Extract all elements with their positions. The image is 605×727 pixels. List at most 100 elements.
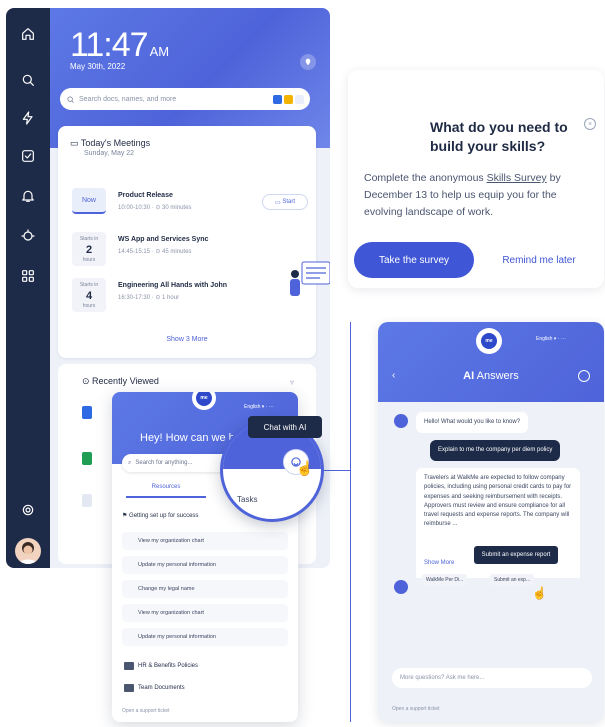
- search-icon[interactable]: [6, 68, 50, 92]
- brand-logo-text: me: [196, 392, 212, 406]
- meeting-time: 10:00-10:30 · ⊙ 30 minutes: [118, 205, 192, 211]
- source-chip[interactable]: Submit an exp...: [490, 574, 535, 586]
- gear-icon[interactable]: [6, 498, 50, 522]
- outlook-icon: [273, 94, 282, 104]
- close-icon[interactable]: ×: [584, 118, 596, 130]
- bot-avatar-icon: [394, 580, 408, 594]
- remind-later-button[interactable]: Remind me later: [484, 242, 594, 278]
- skills-survey-link[interactable]: Skills Survey: [487, 172, 547, 184]
- avatar[interactable]: [15, 538, 41, 564]
- clock: 11:47 AM: [70, 26, 169, 65]
- meeting-row[interactable]: Now Product Release 10:00-10:30 · ⊙ 30 m…: [70, 188, 308, 224]
- brand-logo: me: [476, 328, 502, 354]
- support-ticket-link[interactable]: Open a support ticket: [392, 706, 440, 712]
- more-apps-icon: [295, 94, 304, 104]
- take-survey-button[interactable]: Take the survey: [354, 242, 474, 278]
- starts-in-label: Starts in: [79, 282, 99, 288]
- chat-search-placeholder: Search for anything...: [135, 460, 193, 466]
- section-heading: ⚑ Getting set up for success: [122, 513, 199, 519]
- sheet-file-icon[interactable]: [82, 452, 92, 465]
- source-tooltip: Submit an expense report: [474, 546, 558, 564]
- starts-in-badge: Starts in 4 hours: [72, 278, 106, 312]
- meeting-time: 16:30-17:30 · ⊙ 1 hour: [118, 295, 180, 301]
- connector-line: [350, 322, 351, 722]
- folder-item[interactable]: HR & Benefits Policies: [122, 658, 288, 674]
- cursor-hand-icon: ☝: [532, 586, 547, 600]
- clock-time: 11:47: [70, 26, 149, 64]
- location-pin-icon[interactable]: [300, 54, 316, 70]
- current-date: May 30th, 2022: [70, 62, 126, 71]
- meeting-name: WS App and Services Sync: [118, 236, 209, 243]
- list-item[interactable]: View my organization chart: [122, 532, 288, 550]
- new-chat-icon[interactable]: [578, 370, 590, 382]
- starts-in-label: Starts in: [79, 236, 99, 242]
- left-nav-sidebar: [6, 8, 50, 568]
- lightning-icon[interactable]: [6, 106, 50, 130]
- bot-message: Hello! What would you like to know?: [416, 412, 529, 433]
- ai-answers-panel: English ▾ · ··· ‹ AI Answers me Hello! W…: [378, 322, 604, 722]
- list-item[interactable]: Change my legal name: [122, 580, 288, 598]
- apps-icon[interactable]: [6, 264, 50, 288]
- language-label: English: [536, 336, 553, 342]
- folder-icon: [124, 662, 134, 670]
- ai-question-input[interactable]: More questions? Ask me here...: [392, 668, 592, 688]
- meetings-card: ▭ Today's Meetings Sunday, May 22 Now Pr…: [58, 126, 330, 358]
- survey-question: What do you need to build your skills?: [430, 119, 568, 154]
- meeting-time: 14:45-15:15 · ⊙ 45 minutes: [118, 249, 192, 255]
- starts-in-unit: hours: [82, 256, 96, 263]
- starts-in-number: 2: [85, 243, 93, 256]
- folder-item[interactable]: Team Documents: [122, 680, 288, 696]
- start-label: Start: [282, 199, 295, 205]
- folder-label: HR & Benefits Policies: [138, 663, 199, 669]
- list-item[interactable]: View my organization chart: [122, 604, 288, 622]
- ai-title: AI Answers: [378, 370, 604, 382]
- meetings-title-text: Today's Meetings: [80, 138, 151, 148]
- search-placeholder: Search docs, names, and more: [79, 95, 177, 103]
- starts-in-unit: hours: [82, 302, 96, 309]
- now-badge: Now: [72, 188, 106, 214]
- skills-survey-card: What do you need to build your skills? ×…: [348, 70, 604, 288]
- starts-in-number: 4: [85, 289, 93, 302]
- show-more-link[interactable]: Show More: [424, 560, 454, 566]
- source-chip[interactable]: WalkMe Per Di...: [422, 574, 468, 586]
- search-icon: [67, 96, 74, 103]
- starts-in-badge: Starts in 2 hours: [72, 232, 106, 266]
- file-icon[interactable]: [82, 494, 92, 507]
- survey-description: Complete the anonymous Skills Survey by …: [364, 170, 596, 220]
- meeting-row[interactable]: Starts in 4 hours Engineering All Hands wi…: [70, 278, 306, 314]
- meetings-title: ▭ Today's Meetings: [70, 138, 151, 148]
- meeting-name: Product Release: [118, 192, 173, 199]
- clock-ampm: AM: [149, 44, 170, 59]
- checkbox-icon[interactable]: [6, 144, 50, 168]
- meeting-name: Engineering All Hands with John: [118, 282, 228, 289]
- folder-icon: [124, 684, 134, 692]
- language-select[interactable]: English ▾ · ···: [536, 336, 566, 342]
- user-message: Explain to me the company per diem polic…: [430, 440, 561, 461]
- bot-icon[interactable]: [6, 224, 50, 248]
- support-ticket-link[interactable]: Open a support ticket: [122, 708, 170, 714]
- search-icon: ⌕: [128, 459, 132, 466]
- language-select[interactable]: English ▾ · ···: [244, 404, 274, 410]
- start-meeting-button[interactable]: ▭ Start: [262, 194, 308, 210]
- list-item[interactable]: Update my personal information: [122, 556, 288, 574]
- brand-logo-text: me: [481, 333, 497, 349]
- ai-title-suffix: Answers: [474, 370, 519, 382]
- doc-file-icon[interactable]: [82, 406, 92, 419]
- survey-text: Complete the anonymous: [364, 172, 487, 184]
- recently-viewed-title: ⊙ Recently Viewed: [82, 376, 159, 386]
- tab-resources[interactable]: Resources: [126, 484, 206, 498]
- home-search-input[interactable]: Search docs, names, and more: [60, 88, 310, 110]
- tab-tasks[interactable]: Tasks: [237, 495, 257, 504]
- meeting-row[interactable]: Starts in 2 hours WS App and Services Sync…: [70, 232, 306, 268]
- filter-icon[interactable]: ▿: [290, 378, 294, 387]
- chat-with-ai-tooltip: Chat with AI: [248, 416, 322, 438]
- drive-icon: [284, 94, 293, 104]
- language-label: English: [244, 404, 261, 410]
- bell-icon[interactable]: [6, 184, 50, 208]
- bot-avatar-icon: [394, 414, 408, 428]
- home-icon[interactable]: [6, 22, 50, 46]
- show-more-meetings-link[interactable]: Show 3 More: [58, 336, 316, 343]
- list-item[interactable]: Update my personal information: [122, 628, 288, 646]
- connector-line: [322, 470, 350, 471]
- ai-title-prefix: AI: [463, 370, 475, 382]
